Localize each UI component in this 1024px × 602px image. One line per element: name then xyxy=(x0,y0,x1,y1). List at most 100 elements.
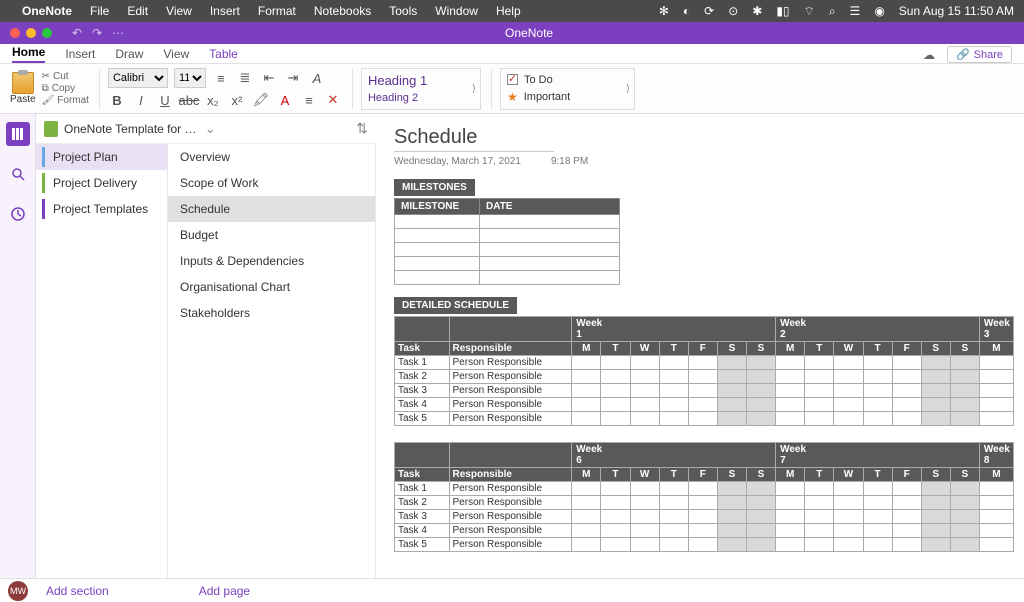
schedule-cell[interactable] xyxy=(979,510,1013,524)
bluetooth-icon[interactable]: ✱ xyxy=(752,4,762,18)
schedule-cell[interactable] xyxy=(659,370,688,384)
schedule-cell[interactable] xyxy=(892,510,921,524)
copy-button[interactable]: ⧉Copy xyxy=(42,83,89,94)
recent-rail-button[interactable] xyxy=(6,202,30,226)
schedule-cell[interactable] xyxy=(630,370,659,384)
schedule-cell[interactable] xyxy=(776,496,805,510)
task-name[interactable]: Task 3 xyxy=(395,510,450,524)
siri-icon[interactable]: ◉ xyxy=(874,4,884,18)
schedule-cell[interactable] xyxy=(746,482,775,496)
more-icon[interactable]: ⋯ xyxy=(112,26,124,40)
schedule-cell[interactable] xyxy=(746,496,775,510)
schedule-cell[interactable] xyxy=(776,482,805,496)
schedule-cell[interactable] xyxy=(863,524,892,538)
task-name[interactable]: Task 4 xyxy=(395,524,450,538)
responsible-cell[interactable]: Person Responsible xyxy=(449,524,572,538)
schedule-cell[interactable] xyxy=(630,356,659,370)
schedule-cell[interactable] xyxy=(776,384,805,398)
schedule-cell[interactable] xyxy=(950,370,979,384)
schedule-cell[interactable] xyxy=(601,398,630,412)
schedule-cell[interactable] xyxy=(805,384,834,398)
schedule-cell[interactable] xyxy=(921,398,950,412)
delete-button[interactable]: ✕ xyxy=(324,91,342,109)
zoom-window-button[interactable] xyxy=(42,28,52,38)
schedule-cell[interactable] xyxy=(688,412,717,426)
tab-home[interactable]: Home xyxy=(12,45,45,63)
schedule-cell[interactable] xyxy=(630,510,659,524)
schedule-cell[interactable] xyxy=(979,356,1013,370)
italic-button[interactable]: I xyxy=(132,91,150,109)
schedule-cell[interactable] xyxy=(659,510,688,524)
schedule-cell[interactable] xyxy=(979,482,1013,496)
clear-format-icon[interactable]: A xyxy=(308,69,326,87)
schedule-cell[interactable] xyxy=(863,370,892,384)
schedule-cell[interactable] xyxy=(659,496,688,510)
schedule-cell[interactable] xyxy=(776,370,805,384)
schedule-cell[interactable] xyxy=(717,370,746,384)
task-name[interactable]: Task 4 xyxy=(395,398,450,412)
schedule-cell[interactable] xyxy=(659,482,688,496)
minimize-window-button[interactable] xyxy=(26,28,36,38)
paste-button[interactable]: Paste xyxy=(10,72,36,105)
menu-format[interactable]: Format xyxy=(258,4,296,18)
schedule-cell[interactable] xyxy=(717,496,746,510)
schedule-cell[interactable] xyxy=(630,482,659,496)
menu-file[interactable]: File xyxy=(90,4,109,18)
schedule-cell[interactable] xyxy=(601,356,630,370)
schedule-cell[interactable] xyxy=(688,538,717,552)
bullets-icon[interactable]: ≡ xyxy=(212,69,230,87)
schedule-cell[interactable] xyxy=(863,356,892,370)
schedule-cell[interactable] xyxy=(950,538,979,552)
responsible-cell[interactable]: Person Responsible xyxy=(449,356,572,370)
table-row[interactable]: Task 1Person Responsible xyxy=(395,482,1014,496)
search-icon[interactable]: ⌕ xyxy=(829,4,836,19)
schedule-cell[interactable] xyxy=(863,510,892,524)
schedule-cell[interactable] xyxy=(834,496,863,510)
schedule-cell[interactable] xyxy=(863,398,892,412)
responsible-cell[interactable]: Person Responsible xyxy=(449,510,572,524)
schedule-cell[interactable] xyxy=(630,496,659,510)
battery-icon[interactable]: ▮▯ xyxy=(776,4,789,18)
control-center-icon[interactable]: ☰ xyxy=(850,4,861,18)
status-icon[interactable]: ⊙ xyxy=(728,4,738,18)
page-item[interactable]: Stakeholders xyxy=(168,300,375,326)
font-size-select[interactable]: 11 xyxy=(174,68,206,88)
schedule-cell[interactable] xyxy=(950,510,979,524)
schedule-cell[interactable] xyxy=(572,384,601,398)
page-item[interactable]: Overview xyxy=(168,144,375,170)
schedule-cell[interactable] xyxy=(630,412,659,426)
section-item[interactable]: Project Delivery xyxy=(36,170,167,196)
schedule-cell[interactable] xyxy=(746,384,775,398)
schedule-cell[interactable] xyxy=(892,482,921,496)
schedule-cell[interactable] xyxy=(950,398,979,412)
strikethrough-button[interactable]: abc xyxy=(180,91,198,109)
schedule-cell[interactable] xyxy=(601,538,630,552)
schedule-cell[interactable] xyxy=(979,370,1013,384)
schedule-cell[interactable] xyxy=(717,482,746,496)
bold-button[interactable]: B xyxy=(108,91,126,109)
tab-view[interactable]: View xyxy=(163,47,189,63)
responsible-cell[interactable]: Person Responsible xyxy=(449,496,572,510)
task-name[interactable]: Task 5 xyxy=(395,538,450,552)
indent-icon[interactable]: ⇥ xyxy=(284,69,302,87)
schedule-cell[interactable] xyxy=(776,356,805,370)
format-painter-button[interactable]: 🖌Format xyxy=(42,95,89,106)
schedule-cell[interactable] xyxy=(572,356,601,370)
schedule-cell[interactable] xyxy=(950,482,979,496)
schedule-cell[interactable] xyxy=(572,496,601,510)
schedule-cell[interactable] xyxy=(979,538,1013,552)
schedule-cell[interactable] xyxy=(572,538,601,552)
schedule-cell[interactable] xyxy=(892,496,921,510)
schedule-cell[interactable] xyxy=(601,370,630,384)
schedule-cell[interactable] xyxy=(776,412,805,426)
schedule-cell[interactable] xyxy=(921,496,950,510)
notebooks-rail-button[interactable] xyxy=(6,122,30,146)
underline-button[interactable]: U xyxy=(156,91,174,109)
schedule-cell[interactable] xyxy=(805,398,834,412)
user-avatar[interactable]: MW xyxy=(8,581,28,601)
schedule-cell[interactable] xyxy=(979,384,1013,398)
status-icon[interactable]: ⟳ xyxy=(704,4,714,18)
menu-tools[interactable]: Tools xyxy=(389,4,417,18)
styles-gallery[interactable]: Heading 1 Heading 2 ⟩ xyxy=(361,68,481,110)
schedule-cell[interactable] xyxy=(659,524,688,538)
